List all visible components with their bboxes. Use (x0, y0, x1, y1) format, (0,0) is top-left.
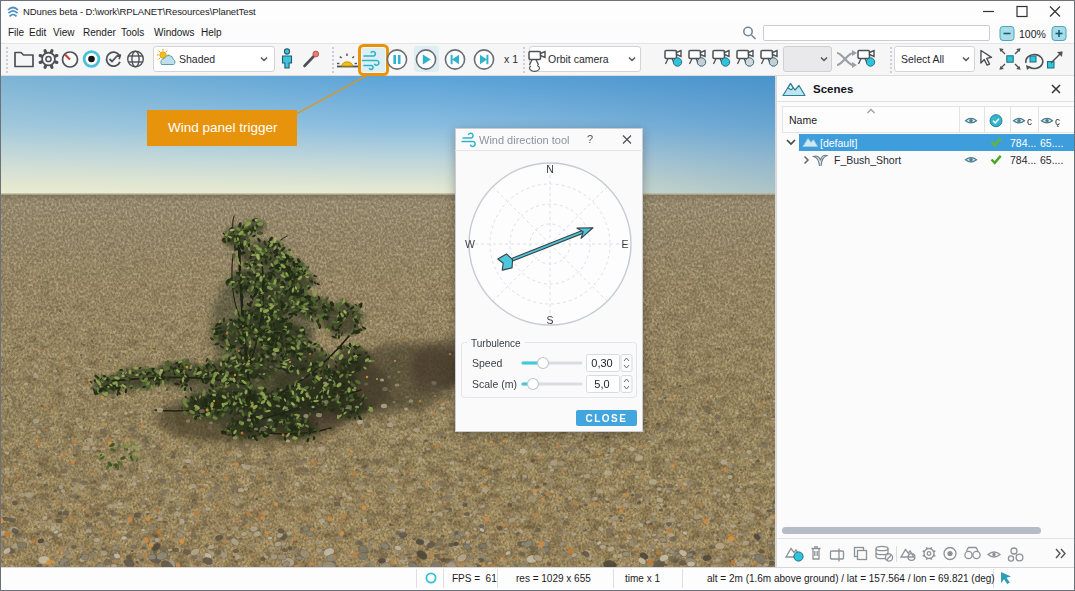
svg-text:5,0: 5,0 (594, 378, 609, 390)
svg-text:N: N (546, 163, 554, 175)
svg-text:CLOSE: CLOSE (586, 413, 628, 424)
svg-text:Scale (m): Scale (m) (472, 378, 517, 390)
svg-text:Turbulence: Turbulence (471, 338, 521, 349)
svg-text:Speed: Speed (472, 357, 503, 369)
svg-text:S: S (546, 314, 553, 326)
svg-text:E: E (621, 238, 628, 250)
svg-text:W: W (465, 238, 475, 250)
svg-text:0,30: 0,30 (591, 357, 612, 369)
